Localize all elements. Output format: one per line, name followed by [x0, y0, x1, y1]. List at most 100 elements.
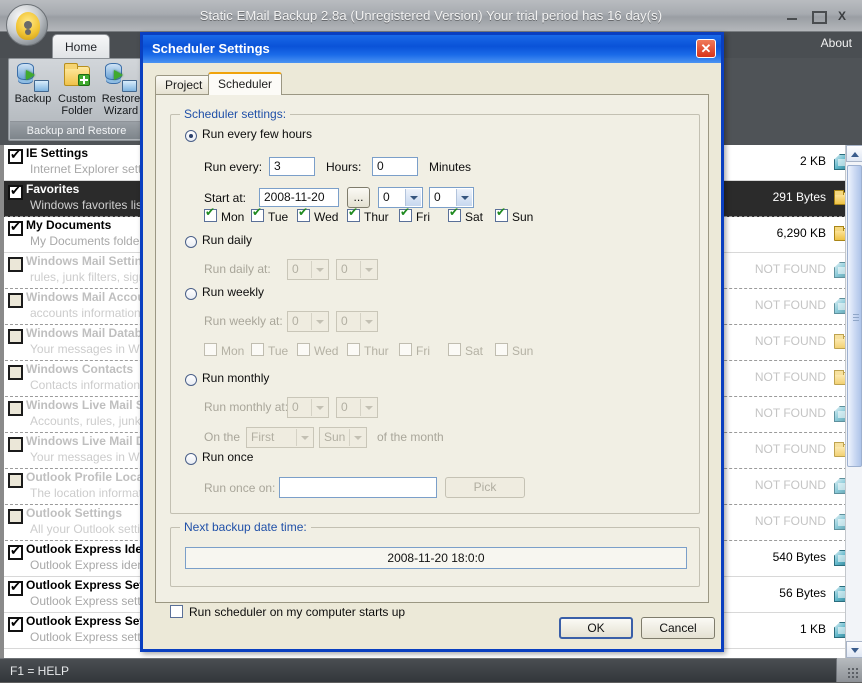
hours-day-fri-checkbox[interactable] — [399, 206, 412, 222]
chevron-down-icon[interactable] — [311, 261, 327, 278]
hours-day-sat-checkbox[interactable] — [448, 206, 461, 222]
radio-run-daily[interactable] — [185, 236, 197, 248]
run-monthly-minute-select[interactable]: 0 — [336, 397, 378, 418]
run-monthly-at-label: Run monthly at: — [204, 400, 289, 414]
chevron-down-icon[interactable] — [349, 429, 365, 446]
run-daily-hour-select[interactable]: 0 — [287, 259, 329, 280]
weekly-day-sun-label: Sun — [512, 344, 534, 358]
list-item-checkbox[interactable] — [8, 544, 23, 560]
tab-scheduler[interactable]: Scheduler — [208, 72, 283, 95]
run-every-minutes-input[interactable]: 0 — [372, 157, 418, 176]
list-item-checkbox[interactable] — [8, 257, 23, 272]
ribbon-group-label: Backup and Restore — [10, 121, 143, 139]
app-logo-glyph — [16, 12, 40, 40]
weekly-day-mon-checkbox[interactable] — [204, 343, 217, 356]
window-title: Static EMail Backup 2.8a (Unregistered V… — [199, 8, 663, 23]
ribbon-button-backup[interactable]: Backup — [11, 62, 55, 105]
start-at-label: Start at: — [204, 191, 247, 205]
list-item-size: NOT FOUND — [754, 442, 826, 456]
next-backup-value: 2008-11-20 18:0:0 — [185, 547, 687, 569]
scrollbar-thumb[interactable] — [847, 165, 862, 467]
radio-run-weekly-label: Run weekly — [202, 285, 265, 299]
chevron-down-icon[interactable] — [311, 313, 327, 330]
radio-run-monthly[interactable] — [185, 374, 197, 386]
list-item-checkbox[interactable] — [8, 473, 23, 488]
vertical-scrollbar[interactable] — [845, 145, 862, 658]
weekly-day-sat-checkbox[interactable] — [448, 343, 461, 356]
run-on-startup-checkbox[interactable] — [170, 605, 183, 618]
list-item-size: 291 Bytes — [772, 190, 826, 204]
minimize-button[interactable] — [784, 8, 800, 24]
chevron-down-icon[interactable] — [311, 399, 327, 416]
tab-home[interactable]: Home — [52, 34, 110, 60]
radio-run-every-few-hours[interactable] — [185, 130, 197, 142]
tab-project[interactable]: Project — [155, 75, 213, 94]
maximize-button[interactable] — [809, 8, 827, 24]
weekly-day-mon-label: Mon — [221, 344, 245, 358]
list-item-checkbox[interactable] — [8, 437, 23, 452]
about-link[interactable]: About — [821, 36, 852, 50]
run-once-date-input[interactable] — [279, 477, 437, 498]
run-daily-minute-value: 0 — [341, 262, 348, 276]
monthly-ordinal-select[interactable]: First — [246, 427, 314, 448]
hours-day-tue-checkbox[interactable] — [251, 206, 264, 222]
hours-day-sun-checkbox[interactable] — [495, 206, 508, 222]
backup-icon — [17, 62, 49, 92]
run-on-startup-label: Run scheduler on my computer starts up — [189, 605, 406, 619]
list-item-checkbox[interactable] — [8, 401, 23, 416]
list-item-checkbox[interactable] — [8, 184, 23, 200]
scheduler-settings-dialog: Scheduler Settings ✕ Project Scheduler S… — [140, 32, 724, 652]
chevron-down-icon[interactable] — [456, 189, 472, 206]
hours-day-thur-checkbox[interactable] — [347, 206, 360, 222]
weekly-day-fri-checkbox[interactable] — [399, 343, 412, 356]
radio-run-once-label: Run once — [202, 450, 254, 464]
list-item-size: NOT FOUND — [754, 334, 826, 348]
hours-day-mon-checkbox[interactable] — [204, 206, 217, 222]
ribbon-button-custom-folder[interactable]: Custom Folder — [55, 62, 99, 117]
scroll-up-icon[interactable] — [846, 145, 862, 162]
run-monthly-hour-select[interactable]: 0 — [287, 397, 329, 418]
list-item-checkbox[interactable] — [8, 148, 23, 164]
resize-grip[interactable] — [836, 658, 862, 682]
chevron-down-icon[interactable] — [360, 399, 376, 416]
list-item-checkbox[interactable] — [8, 580, 23, 596]
weekly-day-tue-checkbox[interactable] — [251, 343, 264, 356]
radio-run-every-few-hours-label: Run every few hours — [202, 127, 313, 141]
scheduler-tab-panel: Scheduler settings: Run every few hours … — [155, 94, 709, 619]
list-item-title: Windows Contacts — [26, 362, 134, 376]
list-item-checkbox[interactable] — [8, 616, 23, 632]
radio-run-weekly[interactable] — [185, 288, 197, 300]
chevron-down-icon[interactable] — [360, 261, 376, 278]
hours-day-wed-checkbox[interactable] — [297, 206, 310, 222]
run-weekly-hour-value: 0 — [292, 314, 299, 328]
chevron-down-icon[interactable] — [360, 313, 376, 330]
weekly-day-wed-checkbox[interactable] — [297, 343, 310, 356]
weekly-day-tue-label: Tue — [268, 344, 289, 358]
chevron-down-icon[interactable] — [405, 189, 421, 206]
list-item-checkbox[interactable] — [8, 509, 23, 524]
run-daily-minute-select[interactable]: 0 — [336, 259, 378, 280]
monthly-weekday-select[interactable]: Sun — [319, 427, 367, 448]
cancel-button[interactable]: Cancel — [641, 617, 715, 639]
dialog-body: Project Scheduler Scheduler settings: Ru… — [143, 63, 721, 649]
weekly-day-thur-label: Thur — [364, 344, 389, 358]
list-item-checkbox[interactable] — [8, 329, 23, 344]
weekly-day-thur-checkbox[interactable] — [347, 343, 360, 356]
ok-button[interactable]: OK — [559, 617, 633, 639]
chevron-down-icon[interactable] — [296, 429, 312, 446]
list-item-checkbox[interactable] — [8, 365, 23, 380]
run-weekly-hour-select[interactable]: 0 — [287, 311, 329, 332]
scroll-down-icon[interactable] — [846, 641, 862, 658]
ribbon-button-restore-wizard[interactable]: Restore Wizard — [99, 62, 143, 117]
close-button[interactable]: X — [834, 8, 850, 24]
run-every-hours-input[interactable]: 3 — [269, 157, 315, 176]
radio-run-once[interactable] — [185, 453, 197, 465]
run-weekly-minute-select[interactable]: 0 — [336, 311, 378, 332]
weekly-day-sun-checkbox[interactable] — [495, 343, 508, 356]
list-item-checkbox[interactable] — [8, 293, 23, 308]
run-once-pick-button[interactable]: Pick — [445, 477, 525, 498]
list-item-checkbox[interactable] — [8, 220, 23, 236]
list-item-title: My Documents — [26, 218, 112, 232]
list-item-size: NOT FOUND — [754, 478, 826, 492]
dialog-close-icon[interactable]: ✕ — [696, 39, 716, 58]
